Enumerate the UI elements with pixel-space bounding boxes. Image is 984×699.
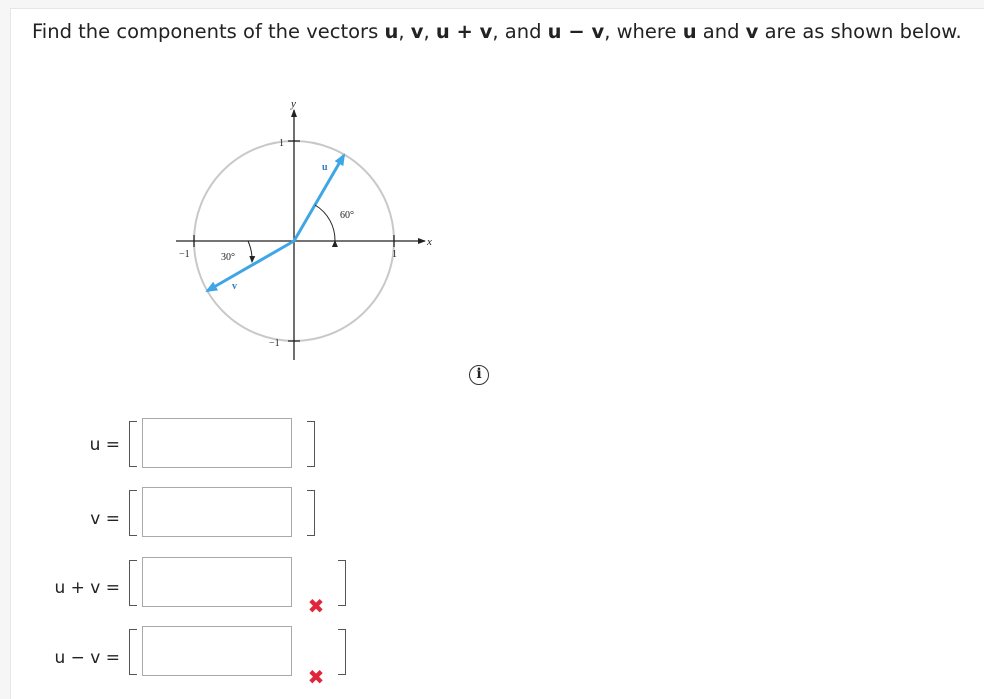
left-bracket [129,629,137,675]
tick-label-left: −1 [179,249,190,260]
u-minus-v-components-input[interactable] [142,626,292,676]
answer-label: v = [90,509,120,529]
angle-arc-v [247,240,256,263]
right-bracket [338,560,346,606]
info-icon[interactable]: i [469,365,489,385]
right-bracket [307,490,315,536]
tick-label-right: 1 [392,249,397,260]
v-components-input[interactable] [142,487,292,537]
right-bracket [338,629,346,675]
left-bracket [129,560,137,606]
angle-v-label: 30° [221,252,235,263]
angle-arc-u [314,204,338,248]
tick-label-top: 1 [279,138,284,149]
vector-u [292,153,346,242]
angle-u-label: 60° [340,210,354,221]
left-bracket [129,490,137,536]
vector-v-label: v [232,281,237,292]
vector-u-label: u [322,162,328,173]
tick-label-bottom: −1 [269,338,280,349]
left-bracket [129,421,137,467]
u-plus-v-components-input[interactable] [142,557,292,607]
incorrect-icon: ✖ [307,665,325,689]
x-axis-label: x [426,236,432,248]
answer-label: u + v = [54,578,120,598]
incorrect-icon: ✖ [307,594,325,618]
u-components-input[interactable] [142,418,292,468]
right-bracket [307,421,315,467]
y-axis-label: y [290,98,296,110]
answer-label: u = [89,435,120,455]
answer-label: u − v = [54,648,120,668]
